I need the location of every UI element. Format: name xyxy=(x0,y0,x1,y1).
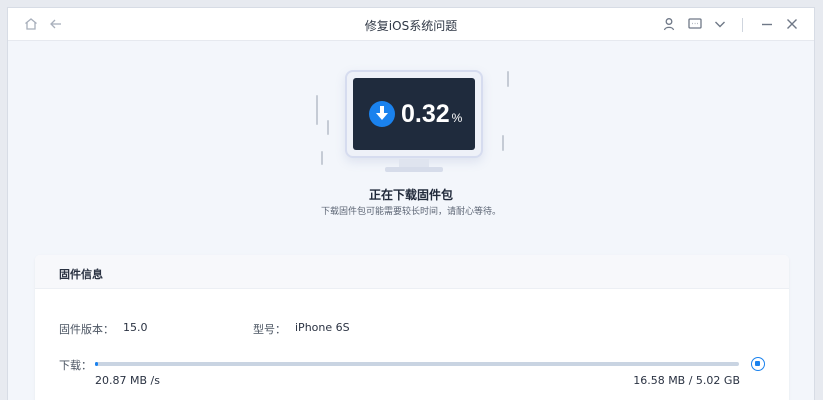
firmware-version-label: 固件版本： xyxy=(59,323,114,336)
model-value: iPhone 6S xyxy=(295,321,350,334)
decor-line xyxy=(327,120,329,135)
decor-line xyxy=(502,135,504,151)
user-icon[interactable] xyxy=(661,16,677,32)
minimize-icon[interactable] xyxy=(759,16,775,32)
title-bar: 修复iOS系统问题 xyxy=(8,8,814,41)
monitor-screen: 0.32% xyxy=(353,78,475,150)
download-progress-fill xyxy=(95,362,98,366)
percentage-unit: % xyxy=(451,111,463,125)
decor-line xyxy=(316,95,318,125)
feedback-icon[interactable] xyxy=(687,16,703,32)
firmware-info-card: 固件信息 固件版本： 15.0 型号： iPhone 6S 下载： 20.87 … xyxy=(35,255,789,400)
titlebar-divider xyxy=(742,18,743,32)
download-illustration: 0.32% xyxy=(308,63,518,183)
download-percentage: 0.32% xyxy=(401,100,462,129)
status-subtitle: 下载固件包可能需要较长时间，请耐心等待。 xyxy=(320,207,501,217)
download-label: 下载： xyxy=(59,359,92,372)
model-label: 型号： xyxy=(253,323,286,336)
download-arrow-icon xyxy=(369,101,395,127)
firmware-version-value: 15.0 xyxy=(123,321,148,334)
status-title: 正在下载固件包 xyxy=(368,188,453,202)
monitor-base xyxy=(385,167,443,172)
app-window: 修复iOS系统问题 0.32% 正在下载固件包 下载固件包可能需要较长时间，请耐… xyxy=(7,7,815,400)
download-size-progress: 16.58 MB / 5.02 GB xyxy=(633,374,740,387)
decor-line xyxy=(321,151,323,165)
card-header: 固件信息 xyxy=(35,255,789,289)
download-speed: 20.87 MB /s xyxy=(95,374,160,387)
chevron-down-icon[interactable] xyxy=(712,16,728,32)
percentage-value: 0.32 xyxy=(401,100,450,128)
decor-line xyxy=(507,71,509,87)
monitor-stand xyxy=(399,159,429,167)
stop-download-button[interactable] xyxy=(751,357,765,371)
download-progress-bar xyxy=(95,362,739,366)
close-icon[interactable] xyxy=(784,16,800,32)
monitor: 0.32% xyxy=(345,70,483,158)
